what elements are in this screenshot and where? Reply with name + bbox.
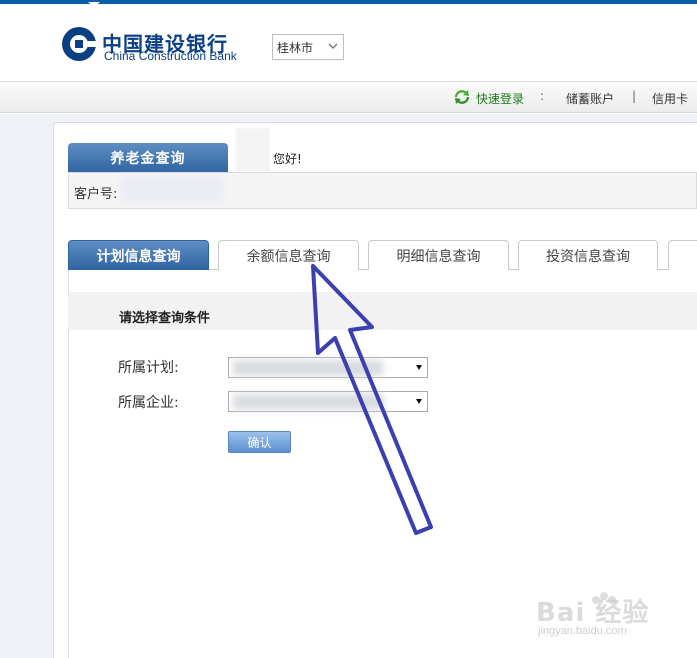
- customer-number-redacted: [122, 176, 222, 202]
- plan-value-redacted: [233, 360, 383, 376]
- brand-name-en: China Construction Bank: [104, 49, 237, 63]
- tab-investment-info[interactable]: 投资信息查询: [518, 240, 658, 270]
- pension-query-tab[interactable]: 养老金查询: [68, 143, 228, 173]
- plan-select[interactable]: [228, 357, 428, 378]
- tab-detail-info[interactable]: 明细信息查询: [368, 240, 509, 270]
- ccb-logo-icon: [62, 27, 97, 61]
- dropdown-arrow-icon: [416, 365, 422, 370]
- condition-title: 请选择查询条件: [119, 311, 211, 326]
- dropdown-arrow-icon: [416, 399, 422, 404]
- tab-more[interactable]: [668, 240, 697, 270]
- city-select[interactable]: 桂林市: [272, 34, 344, 60]
- chevron-down-icon: [328, 43, 338, 49]
- company-value-redacted: [233, 394, 383, 410]
- refresh-icon: [454, 90, 470, 104]
- greeting-text: 您好!: [273, 152, 302, 166]
- separator: |: [632, 89, 637, 103]
- watermark-text: Bai 经验: [536, 598, 650, 628]
- quick-login-link[interactable]: 快速登录: [476, 90, 524, 107]
- credit-card-link[interactable]: 信用卡: [652, 90, 688, 107]
- tab-plan-info[interactable]: 计划信息查询: [68, 240, 209, 270]
- site-header: 中国建设银行 China Construction Bank 桂林市: [0, 4, 697, 81]
- city-select-value: 桂林市: [277, 40, 314, 55]
- confirm-button[interactable]: 确认: [228, 431, 291, 453]
- savings-account-link[interactable]: 储蓄账户: [566, 90, 614, 107]
- plan-label: 所属计划:: [118, 360, 179, 376]
- user-name-redacted: [236, 128, 270, 172]
- watermark-url: jingyan.baidu.com: [538, 625, 627, 637]
- separator: :: [540, 89, 545, 103]
- company-label: 所属企业:: [118, 395, 179, 411]
- customer-number-label: 客户号:: [74, 187, 118, 202]
- tab-balance-info[interactable]: 余额信息查询: [218, 240, 359, 270]
- sub-navigation: 快速登录 : 储蓄账户 | 信用卡: [0, 81, 697, 113]
- company-select[interactable]: [228, 391, 428, 412]
